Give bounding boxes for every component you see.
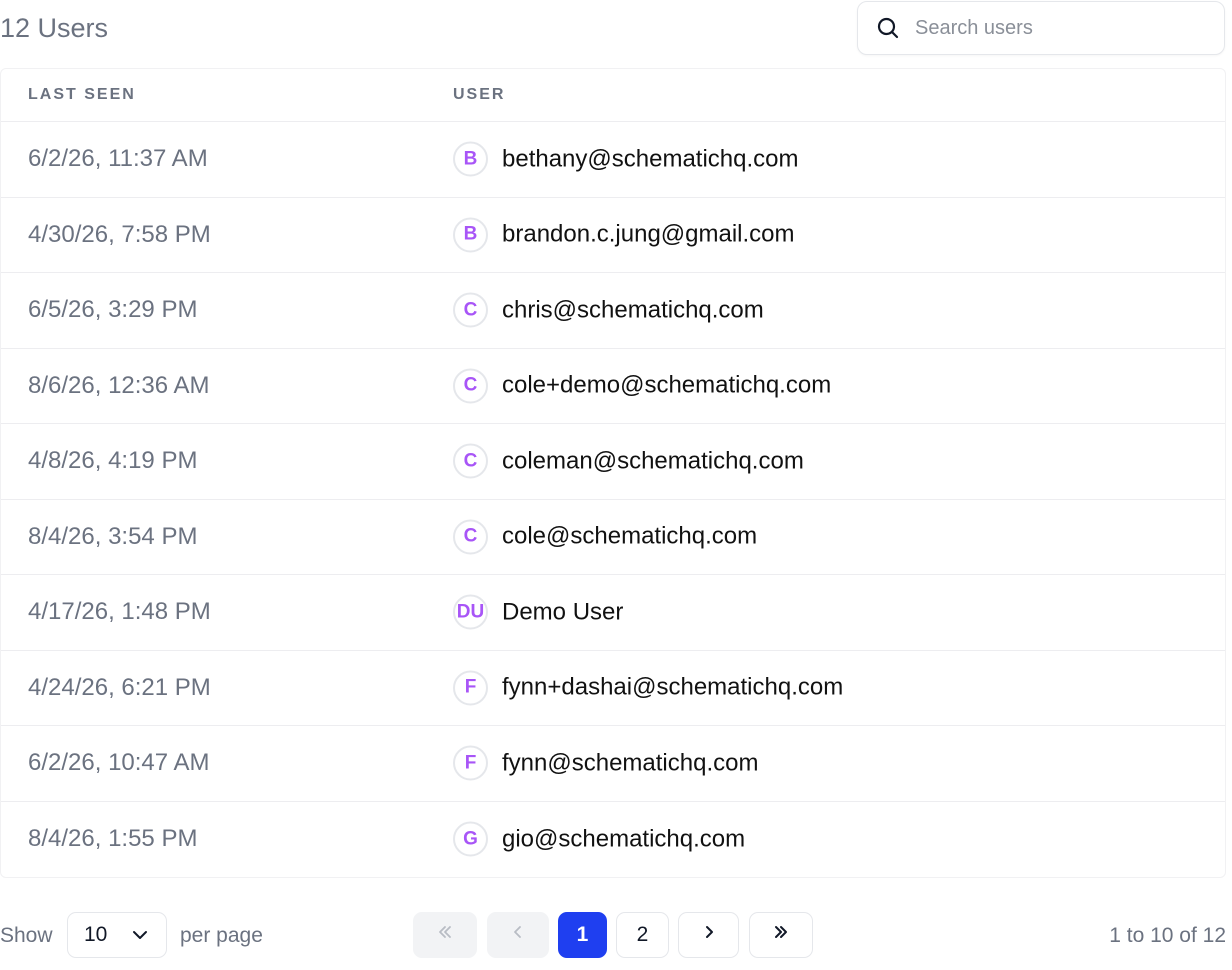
table-row[interactable]: 6/2/26, 11:37 AM B bethany@schematichq.c…	[1, 122, 1225, 198]
user-name[interactable]: fynn@schematichq.com	[502, 749, 758, 777]
table-row[interactable]: 8/4/26, 1:55 PM G gio@schematichq.com	[1, 802, 1225, 878]
user-cell: C cole@schematichq.com	[453, 519, 757, 555]
user-cell: G gio@schematichq.com	[453, 821, 745, 857]
table-row[interactable]: 6/2/26, 10:47 AM F fynn@schematichq.com	[1, 726, 1225, 802]
user-cell: F fynn@schematichq.com	[453, 745, 758, 781]
last-seen-cell: 6/2/26, 11:37 AM	[28, 145, 208, 173]
last-seen-cell: 6/5/26, 3:29 PM	[28, 296, 198, 324]
users-table: LAST SEEN USER 6/2/26, 11:37 AM B bethan…	[0, 68, 1226, 878]
user-cell: B bethany@schematichq.com	[453, 141, 799, 177]
avatar: F	[453, 745, 488, 781]
per-page-label: per page	[180, 924, 263, 947]
column-header-last-seen[interactable]: LAST SEEN	[28, 86, 136, 104]
search-box[interactable]	[857, 1, 1225, 55]
page-title: 12 Users	[0, 13, 109, 43]
user-name[interactable]: cole@schematichq.com	[502, 523, 757, 551]
table-row[interactable]: 4/17/26, 1:48 PM DU Demo User	[1, 575, 1225, 651]
user-cell: C chris@schematichq.com	[453, 292, 764, 328]
avatar: B	[453, 217, 488, 253]
search-input[interactable]	[915, 16, 1205, 40]
pagination-range: 1 to 10 of 12	[1109, 924, 1226, 947]
user-cell: C coleman@schematichq.com	[453, 443, 804, 479]
table-row[interactable]: 6/5/26, 3:29 PM C chris@schematichq.com	[1, 273, 1225, 349]
page-size-select[interactable]: 10	[67, 912, 167, 958]
avatar: DU	[453, 594, 488, 630]
double-chevron-right-icon	[772, 923, 790, 947]
user-name[interactable]: bethany@schematichq.com	[502, 145, 799, 173]
user-name[interactable]: chris@schematichq.com	[502, 296, 764, 324]
user-cell: C cole+demo@schematichq.com	[453, 368, 831, 404]
table-row[interactable]: 4/24/26, 6:21 PM F fynn+dashai@schematic…	[1, 651, 1225, 726]
user-cell: B brandon.c.jung@gmail.com	[453, 217, 795, 253]
table-row[interactable]: 8/6/26, 12:36 AM C cole+demo@schematichq…	[1, 349, 1225, 424]
last-seen-cell: 4/8/26, 4:19 PM	[28, 447, 198, 475]
user-cell: F fynn+dashai@schematichq.com	[453, 670, 843, 706]
avatar: C	[453, 443, 488, 479]
first-page-button[interactable]	[413, 912, 477, 958]
last-page-button[interactable]	[749, 912, 813, 958]
page-size-value: 10	[84, 923, 108, 946]
pagination-bar: Show 10 per page 1 2 1 to 10 of 12	[0, 912, 1226, 960]
last-seen-cell: 4/30/26, 7:58 PM	[28, 220, 211, 248]
prev-page-button[interactable]	[487, 912, 549, 958]
table-header: LAST SEEN USER	[1, 69, 1225, 122]
last-seen-cell: 6/2/26, 10:47 AM	[28, 749, 210, 777]
user-name[interactable]: cole+demo@schematichq.com	[502, 372, 831, 400]
double-chevron-left-icon	[436, 923, 454, 947]
column-header-user[interactable]: USER	[453, 86, 505, 104]
table-row[interactable]: 4/30/26, 7:58 PM B brandon.c.jung@gmail.…	[1, 198, 1225, 273]
last-seen-cell: 8/6/26, 12:36 AM	[28, 371, 210, 399]
page-button-2[interactable]: 2	[616, 912, 669, 958]
page-button-1[interactable]: 1	[558, 912, 607, 958]
table-row[interactable]: 4/8/26, 4:19 PM C coleman@schematichq.co…	[1, 424, 1225, 500]
next-page-button[interactable]	[678, 912, 739, 958]
avatar: C	[453, 368, 488, 404]
avatar: B	[453, 141, 488, 177]
user-cell: DU Demo User	[453, 594, 623, 630]
last-seen-cell: 8/4/26, 1:55 PM	[28, 825, 198, 853]
user-name[interactable]: brandon.c.jung@gmail.com	[502, 221, 795, 249]
last-seen-cell: 8/4/26, 3:54 PM	[28, 522, 198, 550]
chevron-down-icon	[130, 925, 150, 950]
avatar: C	[453, 519, 488, 555]
user-name[interactable]: fynn+dashai@schematichq.com	[502, 674, 843, 702]
user-name[interactable]: Demo User	[502, 598, 623, 626]
avatar: G	[453, 821, 488, 857]
last-seen-cell: 4/24/26, 6:21 PM	[28, 673, 211, 701]
chevron-right-icon	[700, 923, 718, 947]
user-name[interactable]: coleman@schematichq.com	[502, 447, 804, 475]
user-name[interactable]: gio@schematichq.com	[502, 825, 745, 853]
avatar: F	[453, 670, 488, 706]
avatar: C	[453, 292, 488, 328]
search-icon	[875, 15, 901, 41]
show-label: Show	[0, 924, 53, 947]
table-row[interactable]: 8/4/26, 3:54 PM C cole@schematichq.com	[1, 500, 1225, 575]
last-seen-cell: 4/17/26, 1:48 PM	[28, 598, 211, 626]
chevron-left-icon	[509, 923, 527, 947]
users-page: 12 Users LAST SEEN USER 6/2/26, 11:37 AM…	[0, 0, 1232, 970]
